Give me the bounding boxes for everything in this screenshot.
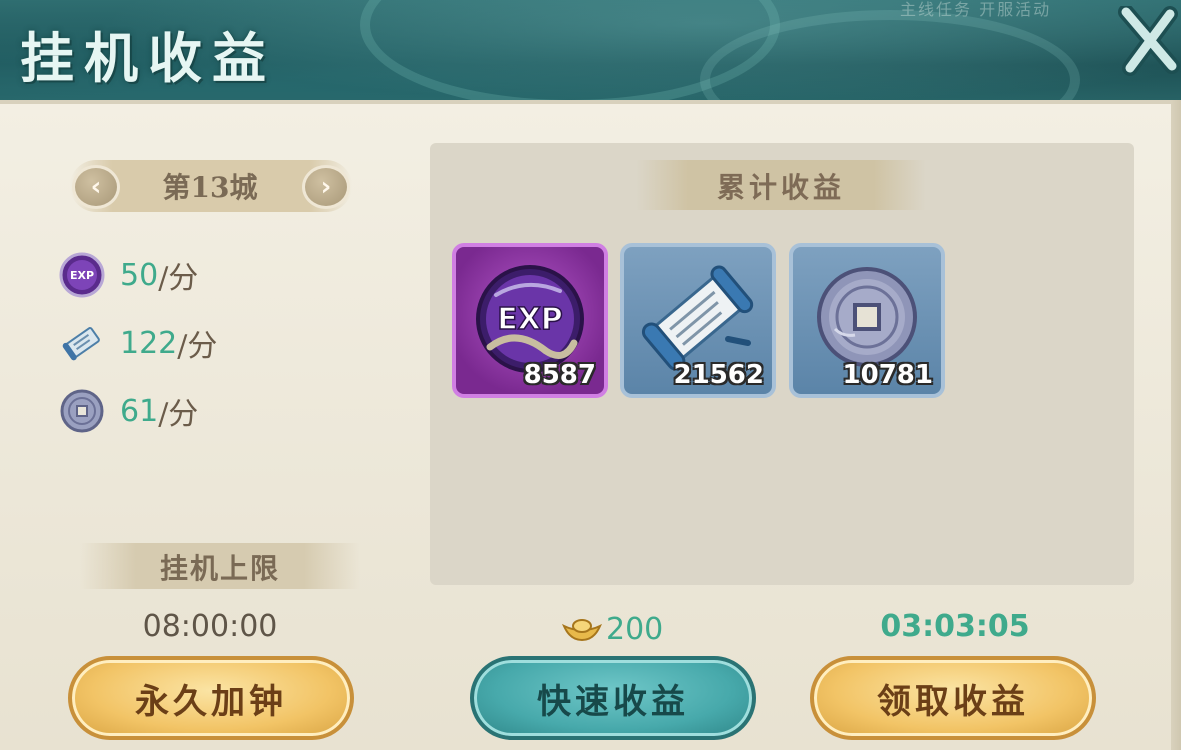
rate-unit: /分: [158, 397, 199, 432]
item-count: 8587: [523, 360, 596, 390]
rate-value: 122: [120, 325, 178, 361]
rate-row-coin: 61 /分: [58, 386, 198, 436]
close-x-icon: [1118, 4, 1180, 76]
rate-value: 61: [120, 393, 159, 429]
reward-item-coin[interactable]: 10781: [789, 243, 945, 398]
panel-edge: [1171, 100, 1181, 750]
rate-unit: /分: [158, 261, 199, 296]
page-title: 挂机收益: [20, 26, 276, 90]
cost-value: 200: [606, 611, 664, 647]
claim-timer: 03:03:05: [880, 609, 1030, 644]
prev-city-button[interactable]: ‹: [72, 165, 120, 209]
chevron-left-icon: ‹: [90, 172, 102, 202]
exp-orb-icon: EXP: [59, 252, 105, 298]
reward-item-scroll[interactable]: 21562: [620, 243, 776, 398]
chevron-right-icon: ›: [320, 172, 332, 202]
fast-reward-button[interactable]: 快速收益: [470, 656, 756, 740]
orb-text: EXP: [497, 302, 563, 337]
item-count: 10781: [842, 360, 933, 390]
scroll-icon: [62, 327, 100, 361]
city-label: 第13城: [162, 171, 258, 204]
item-count: 21562: [673, 360, 764, 390]
rate-row-exp: EXP 50 /分: [58, 250, 198, 300]
rate-row-scroll: 122 /分: [58, 318, 217, 368]
fast-reward-cost: 200: [562, 609, 663, 649]
limit-time: 08:00:00: [142, 609, 278, 644]
rate-value: 50: [120, 257, 159, 293]
svg-text:EXP: EXP: [70, 269, 94, 282]
accumulated-title: 累计收益: [716, 171, 845, 204]
rate-unit: /分: [177, 329, 218, 364]
claim-reward-button[interactable]: 领取收益: [810, 656, 1096, 740]
gold-ingot-icon: [562, 619, 602, 642]
next-city-button[interactable]: ›: [302, 165, 350, 209]
limit-title: 挂机上限: [159, 552, 280, 585]
close-button[interactable]: [1118, 4, 1180, 76]
background-hud-text: 主线任务 开服活动: [900, 0, 1052, 19]
reward-item-exp[interactable]: EXP 8587: [452, 243, 608, 398]
coin-icon: [60, 389, 104, 433]
permanent-add-time-button[interactable]: 永久加钟: [68, 656, 354, 740]
